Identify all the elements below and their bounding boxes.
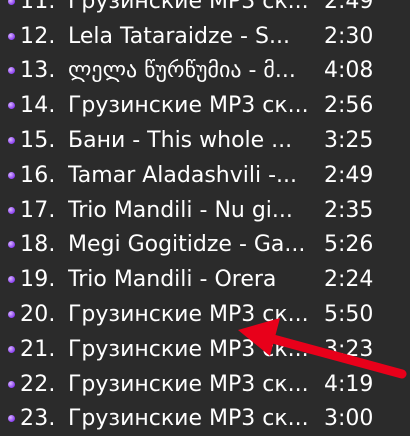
- track-number: 15.: [20, 128, 56, 154]
- track-duration: 2:30: [324, 23, 374, 49]
- track-title: Бани - This whole ...: [68, 128, 293, 154]
- track-number: 22.: [20, 371, 56, 397]
- playlist-item[interactable]: 16. Tamar Aladashvili -... 2:49: [0, 158, 410, 193]
- playlist-item[interactable]: 15. Бани - This whole ... 3:25: [0, 123, 410, 158]
- track-duration: 2:49: [324, 162, 374, 188]
- track-title: Грузинские MP3 ск...: [68, 93, 309, 119]
- playlist: 11. Грузинские MP3 ск... 2:49 12. Lela T…: [0, 0, 410, 436]
- playlist-item[interactable]: 22. Грузинские MP3 ск... 4:19: [0, 367, 410, 402]
- track-duration: 2:49: [324, 0, 374, 14]
- track-duration: 3:25: [324, 128, 374, 154]
- bullet-icon: [8, 67, 15, 75]
- track-title: Lela Tataraidze - S...: [68, 23, 290, 49]
- bullet-icon: [8, 171, 15, 179]
- playlist-item[interactable]: 13. ლელა წურწუმია - მ... 4:08: [0, 54, 410, 89]
- track-title: Грузинские MP3 ск...: [68, 371, 309, 397]
- track-duration: 3:23: [324, 336, 374, 362]
- bullet-icon: [8, 32, 15, 40]
- bullet-icon: [8, 102, 15, 110]
- track-number: 12.: [20, 23, 56, 49]
- track-duration: 3:00: [324, 406, 374, 432]
- track-duration: 2:56: [324, 93, 374, 119]
- bullet-icon: [8, 0, 15, 5]
- bullet-icon: [8, 415, 15, 423]
- track-number: 13.: [20, 58, 56, 84]
- track-title: Грузинские MP3 ск...: [68, 302, 309, 328]
- track-number: 20.: [20, 302, 56, 328]
- track-title: Грузинские MP3 ск...: [68, 336, 309, 362]
- bullet-icon: [8, 137, 15, 145]
- track-duration: 4:19: [324, 371, 374, 397]
- track-number: 19.: [20, 267, 56, 293]
- track-number: 23.: [20, 406, 56, 432]
- track-number: 17.: [20, 197, 56, 223]
- playlist-item[interactable]: 11. Грузинские MP3 ск... 2:49: [0, 0, 410, 19]
- playlist-item[interactable]: 23. Грузинские MP3 ск... 3:00: [0, 402, 410, 436]
- playlist-item[interactable]: 12. Lela Tataraidze - S... 2:30: [0, 19, 410, 54]
- track-title: Trio Mandili - Orera: [68, 267, 277, 293]
- track-duration: 4:08: [324, 58, 374, 84]
- bullet-icon: [8, 241, 15, 249]
- playlist-item[interactable]: 17. Trio Mandili - Nu gi... 2:35: [0, 193, 410, 228]
- track-title: ლელა წურწუმია - მ...: [68, 58, 296, 84]
- track-number: 18.: [20, 232, 56, 258]
- track-title: Грузинские MP3 ск...: [68, 406, 309, 432]
- bullet-icon: [8, 206, 15, 214]
- playlist-item[interactable]: 14. Грузинские MP3 ск... 2:56: [0, 88, 410, 123]
- playlist-item[interactable]: 19. Trio Mandili - Orera 2:24: [0, 262, 410, 297]
- track-number: 14.: [20, 93, 56, 119]
- bullet-icon: [8, 311, 15, 319]
- track-duration: 5:50: [324, 302, 374, 328]
- bullet-icon: [8, 276, 15, 284]
- track-number: 11.: [20, 0, 56, 14]
- track-number: 16.: [20, 162, 56, 188]
- playlist-item[interactable]: 18. Megi Gogitidze - Ga... 5:26: [0, 228, 410, 263]
- track-number: 21.: [20, 336, 56, 362]
- bullet-icon: [8, 345, 15, 353]
- track-duration: 2:24: [324, 267, 374, 293]
- track-title: Tamar Aladashvili -...: [68, 162, 297, 188]
- track-duration: 2:35: [324, 197, 374, 223]
- track-title: Trio Mandili - Nu gi...: [68, 197, 293, 223]
- track-title: Megi Gogitidze - Ga...: [68, 232, 306, 258]
- track-title: Грузинские MP3 ск...: [68, 0, 309, 14]
- bullet-icon: [8, 380, 15, 388]
- playlist-item[interactable]: 20. Грузинские MP3 ск... 5:50: [0, 297, 410, 332]
- track-duration: 5:26: [324, 232, 374, 258]
- playlist-item[interactable]: 21. Грузинские MP3 ск... 3:23: [0, 332, 410, 367]
